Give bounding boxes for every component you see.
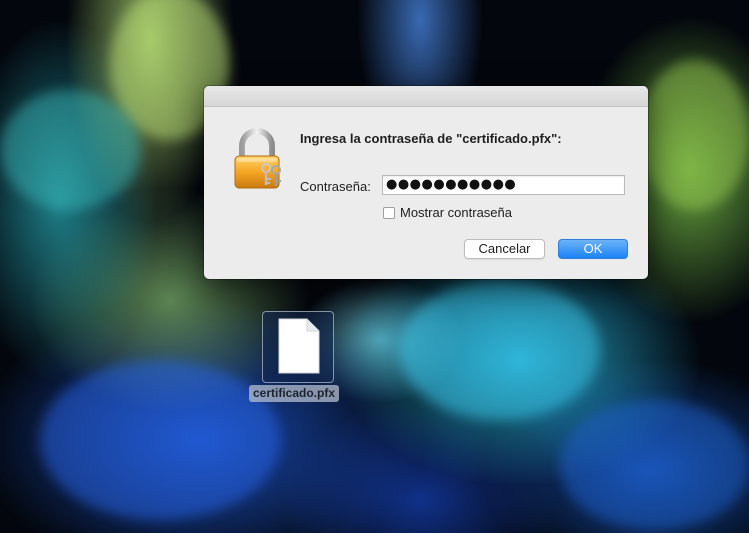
ok-button[interactable]: OK (558, 239, 628, 259)
desktop-file-item[interactable] (262, 311, 334, 383)
wallpaper-powder (560, 400, 749, 530)
wallpaper-powder (40, 360, 280, 520)
dialog-title: Ingresa la contraseña de "certificado.pf… (300, 131, 562, 146)
desktop-file-label[interactable]: certificado.pfx (249, 385, 340, 402)
wallpaper-powder (400, 280, 600, 420)
dialog-titlebar[interactable] (204, 86, 648, 107)
show-password-row[interactable]: Mostrar contraseña (383, 205, 512, 220)
show-password-checkbox[interactable] (383, 206, 395, 219)
show-password-label[interactable]: Mostrar contraseña (400, 205, 512, 220)
document-icon[interactable] (277, 317, 321, 375)
wallpaper-powder (0, 90, 140, 210)
cancel-button[interactable]: Cancelar (464, 239, 545, 259)
password-dialog: Ingresa la contraseña de "certificado.pf… (204, 86, 648, 279)
password-label: Contraseña: (300, 179, 371, 194)
password-input[interactable]: ●●●●●●●●●●● (382, 175, 625, 195)
keychain-lock-icon (232, 128, 288, 192)
wallpaper-powder (640, 60, 749, 210)
